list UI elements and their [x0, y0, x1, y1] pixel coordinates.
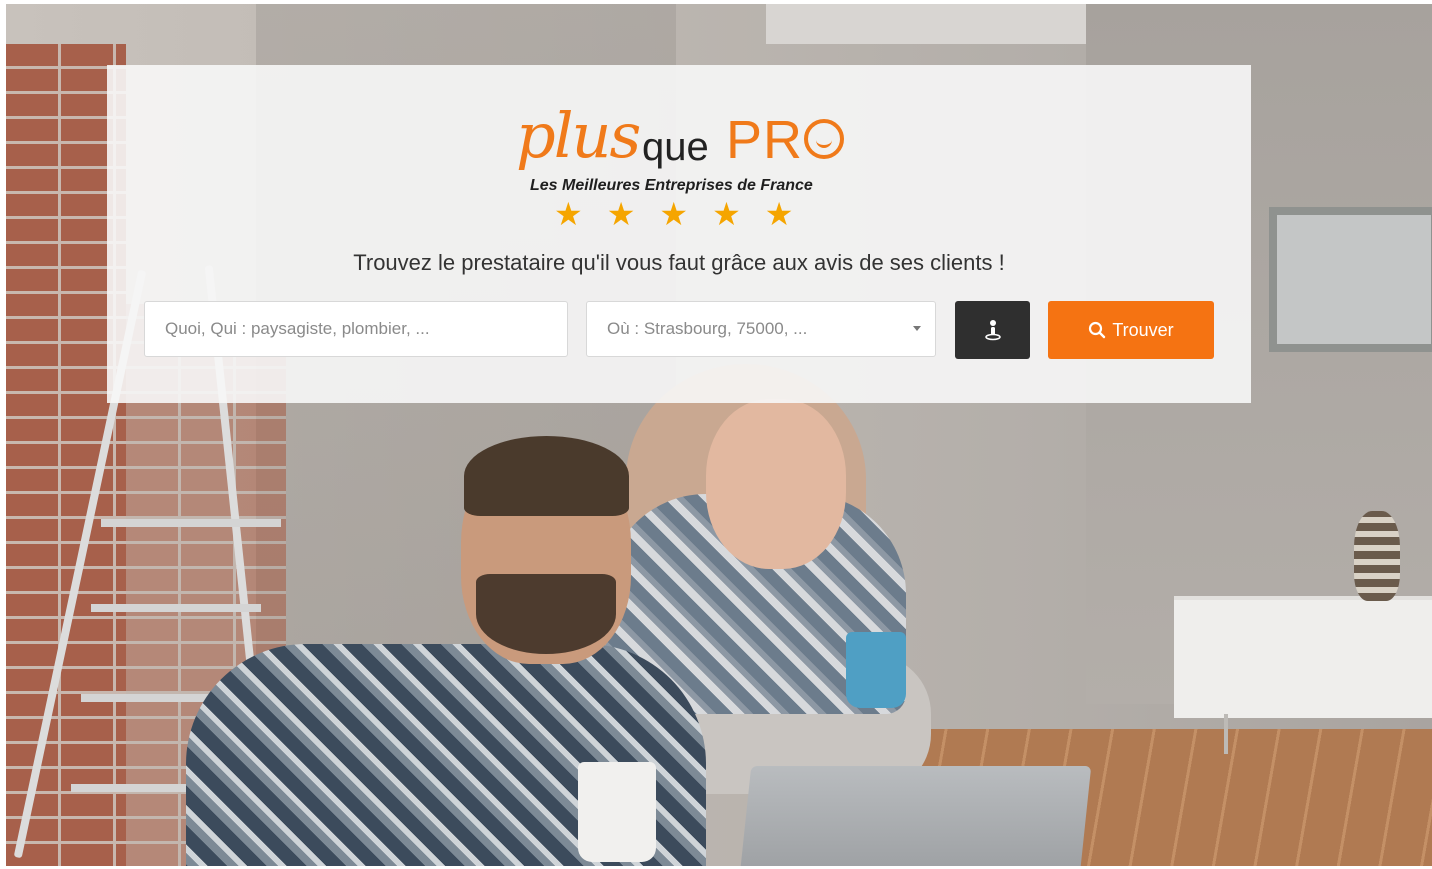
- ladder-step: [101, 519, 281, 527]
- logo-pro-text: PR: [726, 110, 804, 170]
- wall-frame: [1269, 207, 1432, 352]
- chevron-down-icon[interactable]: [913, 326, 921, 331]
- smile-icon: [804, 119, 844, 159]
- logo-tagline: Les Meilleures Entreprises de France: [530, 177, 813, 194]
- man-beard: [476, 574, 616, 654]
- search-icon: [1089, 321, 1106, 339]
- star-icon: ★: [712, 196, 741, 232]
- star-icon: ★: [764, 196, 794, 232]
- person-pin-icon: [984, 320, 1001, 341]
- laptop: [740, 766, 1092, 866]
- search-submit-label: Trouver: [1112, 319, 1174, 340]
- hero-tagline: Trouvez le prestataire qu'il vous faut g…: [353, 250, 1005, 275]
- man-hair: [464, 436, 629, 516]
- search-submit-button[interactable]: Trouver: [1048, 301, 1214, 359]
- woman-face: [706, 399, 846, 569]
- what-search-input[interactable]: [163, 318, 549, 340]
- geolocate-button[interactable]: [955, 301, 1030, 359]
- site-logo[interactable]: plus que PR Les Meilleures Entreprises d…: [516, 105, 846, 205]
- white-mug: [578, 762, 656, 862]
- what-search-field[interactable]: [144, 301, 568, 357]
- star-icon: ★: [554, 196, 583, 232]
- ladder-step: [91, 604, 261, 612]
- star-icon: ★: [606, 196, 636, 232]
- star-icon: ★: [659, 196, 689, 232]
- where-search-input[interactable]: [605, 318, 917, 340]
- logo-plus-text: plus: [516, 99, 641, 172]
- sideboard: [1174, 596, 1432, 718]
- where-search-field[interactable]: [586, 301, 936, 357]
- sideboard-leg: [1224, 714, 1228, 754]
- blue-mug: [846, 632, 906, 708]
- logo-que-text: que: [642, 125, 709, 169]
- rating-stars: ★ ★ ★ ★ ★: [554, 198, 814, 234]
- vase: [1354, 511, 1400, 601]
